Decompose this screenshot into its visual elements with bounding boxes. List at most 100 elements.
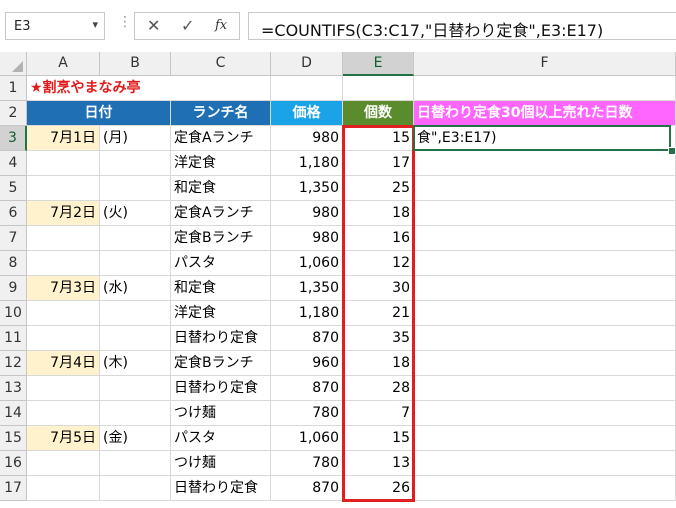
price-cell-d8[interactable]: 1,060 [271,251,343,276]
weekday-cell-b12[interactable]: (木) [100,351,171,376]
count-cell-e5[interactable]: 25 [343,176,414,201]
sheet-title-cell[interactable]: ★割烹やまなみ亭 [27,76,171,101]
lunch-name-cell-c3[interactable]: 定食Aランチ [171,126,271,151]
lunch-name-cell-c13[interactable]: 日替わり定食 [171,376,271,401]
price-cell-d3[interactable]: 980 [271,126,343,151]
weekday-cell-b14[interactable] [100,401,171,426]
cell-f12[interactable] [414,351,676,376]
column-header-c[interactable]: C [171,52,271,76]
lunch-name-cell-c12[interactable]: 定食Bランチ [171,351,271,376]
weekday-cell-b11[interactable] [100,326,171,351]
row-header-1[interactable]: 1 [0,76,27,101]
date-cell-a13[interactable] [27,376,100,401]
date-cell-a5[interactable] [27,176,100,201]
row-header-4[interactable]: 4 [0,151,27,176]
count-cell-e6[interactable]: 18 [343,201,414,226]
row-header-13[interactable]: 13 [0,376,27,401]
date-cell-a7[interactable] [27,226,100,251]
cell-f5[interactable] [414,176,676,201]
cell-f13[interactable] [414,376,676,401]
row-header-12[interactable]: 12 [0,351,27,376]
cell-f10[interactable] [414,301,676,326]
count-cell-e11[interactable]: 35 [343,326,414,351]
cell-f17[interactable] [414,476,676,501]
price-cell-d4[interactable]: 1,180 [271,151,343,176]
weekday-cell-b9[interactable]: (水) [100,276,171,301]
separator-dots-icon[interactable]: ⋮ [118,14,132,30]
row-header-6[interactable]: 6 [0,201,27,226]
insert-function-icon[interactable]: fx [215,18,227,33]
count-cell-e8[interactable]: 12 [343,251,414,276]
header-lunch[interactable]: ランチ名 [171,101,271,126]
lunch-name-cell-c17[interactable]: 日替わり定食 [171,476,271,501]
date-cell-a6[interactable]: 7月2日 [27,201,100,226]
price-cell-d14[interactable]: 780 [271,401,343,426]
weekday-cell-b4[interactable] [100,151,171,176]
cancel-icon[interactable]: ✕ [147,16,160,35]
price-cell-d5[interactable]: 1,350 [271,176,343,201]
weekday-cell-b3[interactable]: (月) [100,126,171,151]
fill-handle[interactable] [668,147,676,155]
row-header-3[interactable]: 3 [0,126,27,151]
column-header-e[interactable]: E [343,52,414,76]
column-header-b[interactable]: B [100,52,171,76]
column-header-f[interactable]: F [414,52,676,76]
header-date[interactable]: 日付 [27,101,171,126]
price-cell-d17[interactable]: 870 [271,476,343,501]
weekday-cell-b17[interactable] [100,476,171,501]
enter-icon[interactable]: ✓ [181,16,194,35]
lunch-name-cell-c10[interactable]: 洋定食 [171,301,271,326]
date-cell-a9[interactable]: 7月3日 [27,276,100,301]
weekday-cell-b16[interactable] [100,451,171,476]
row-header-14[interactable]: 14 [0,401,27,426]
date-cell-a16[interactable] [27,451,100,476]
lunch-name-cell-c11[interactable]: 日替わり定食 [171,326,271,351]
count-cell-e15[interactable]: 15 [343,426,414,451]
column-header-a[interactable]: A [27,52,100,76]
weekday-cell-b10[interactable] [100,301,171,326]
count-cell-e13[interactable]: 28 [343,376,414,401]
cell-f14[interactable] [414,401,676,426]
weekday-cell-b7[interactable] [100,226,171,251]
cell-c1[interactable] [171,76,271,101]
lunch-name-cell-c6[interactable]: 定食Aランチ [171,201,271,226]
header-result[interactable]: 日替わり定食30個以上売れた日数 [414,101,676,126]
weekday-cell-b13[interactable] [100,376,171,401]
price-cell-d13[interactable]: 870 [271,376,343,401]
cell-f1[interactable] [414,76,676,101]
date-cell-a3[interactable]: 7月1日 [27,126,100,151]
row-header-15[interactable]: 15 [0,426,27,451]
cell-f4[interactable] [414,151,676,176]
count-cell-e16[interactable]: 13 [343,451,414,476]
lunch-name-cell-c9[interactable]: 和定食 [171,276,271,301]
row-header-9[interactable]: 9 [0,276,27,301]
count-cell-e4[interactable]: 17 [343,151,414,176]
lunch-name-cell-c8[interactable]: パスタ [171,251,271,276]
lunch-name-cell-c5[interactable]: 和定食 [171,176,271,201]
price-cell-d15[interactable]: 1,060 [271,426,343,451]
count-cell-e14[interactable]: 7 [343,401,414,426]
formula-input[interactable]: =COUNTIFS(C3:C17,"日替わり定食",E3:E17) [248,12,676,40]
date-cell-a12[interactable]: 7月4日 [27,351,100,376]
count-cell-e10[interactable]: 21 [343,301,414,326]
date-cell-a4[interactable] [27,151,100,176]
lunch-name-cell-c15[interactable]: パスタ [171,426,271,451]
price-cell-d9[interactable]: 1,350 [271,276,343,301]
price-cell-d7[interactable]: 980 [271,226,343,251]
column-header-d[interactable]: D [271,52,343,76]
name-box[interactable]: E3 ▾ [5,12,105,40]
header-price[interactable]: 価格 [271,101,343,126]
date-cell-a14[interactable] [27,401,100,426]
cell-f15[interactable] [414,426,676,451]
lunch-name-cell-c14[interactable]: つけ麺 [171,401,271,426]
lunch-name-cell-c7[interactable]: 定食Bランチ [171,226,271,251]
cell-f8[interactable] [414,251,676,276]
price-cell-d10[interactable]: 1,180 [271,301,343,326]
price-cell-d6[interactable]: 980 [271,201,343,226]
weekday-cell-b6[interactable]: (火) [100,201,171,226]
row-header-16[interactable]: 16 [0,451,27,476]
row-header-17[interactable]: 17 [0,476,27,501]
cell-f6[interactable] [414,201,676,226]
date-cell-a17[interactable] [27,476,100,501]
date-cell-a15[interactable]: 7月5日 [27,426,100,451]
